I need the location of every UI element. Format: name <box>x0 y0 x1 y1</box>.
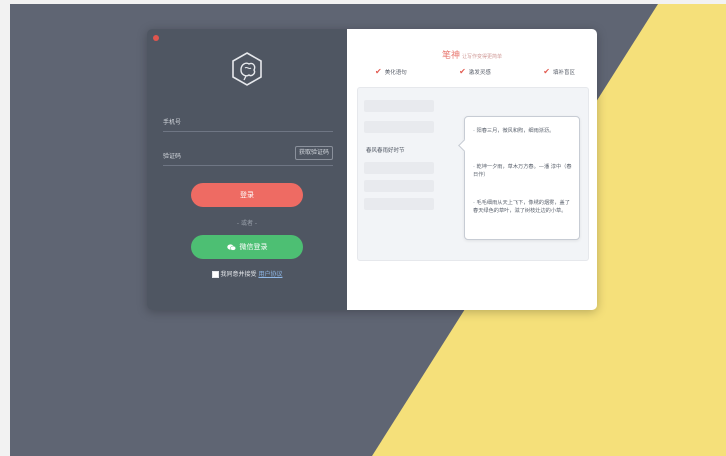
promo-panel: 笔神让写作变得更简单 ✔美化语句 ✔激发灵感 ✔填补盲区 春风春雨好时节 阳春三… <box>347 29 597 310</box>
suggestion-quote: 阳春三月，微风和煦，细雨淅沥。 <box>473 127 573 135</box>
screenshot-stage: 手机号 验证码 获取验证码 登录 - 或者 - 微信登录 我同意并接受 用户协议 <box>0 0 726 456</box>
placeholder-line <box>364 121 434 133</box>
agree-checkbox[interactable] <box>211 271 219 278</box>
login-dialog: 手机号 验证码 获取验证码 登录 - 或者 - 微信登录 我同意并接受 用户协议 <box>147 29 597 310</box>
suggestion-quote: 乾坤一夕雨，草木万方春。—潘 淳中（春日作） <box>473 163 573 179</box>
feature-list: ✔ 美化语句 ✔ 激发灵感 ✔ 填补盲区 <box>375 67 575 76</box>
phone-field[interactable]: 手机号 <box>163 117 333 132</box>
placeholder-line <box>364 180 434 192</box>
check-icon: ✔ <box>543 67 550 76</box>
feature-label: 激发灵感 <box>468 69 491 76</box>
placeholder-line <box>364 162 434 174</box>
suggestion-quote: 毛毛细雨从天上飞下，像绣的烟雾，盖了春天绿色的草叶，滋了树枝灶边的小草。 <box>473 199 573 215</box>
suggestion-bubble: 阳春三月，微风和煦，细雨淅沥。 乾坤一夕雨，草木万方春。—潘 淳中（春日作） 毛… <box>458 116 580 240</box>
wechat-button-label: 微信登录 <box>239 243 268 251</box>
brand-name: 笔神 <box>441 51 460 61</box>
editor-preview: 春风春雨好时节 阳春三月，微风和煦，细雨淅沥。 乾坤一夕雨，草木万方春。—潘 淳… <box>357 87 589 261</box>
feature-item: ✔ 美化语句 <box>375 67 407 76</box>
feature-label: 填补盲区 <box>552 69 575 76</box>
phone-label: 手机号 <box>163 119 182 126</box>
bubble-arrow <box>458 139 471 152</box>
promo-header: 笔神 让写作变得更简单 <box>347 43 597 62</box>
placeholder-line <box>364 198 434 210</box>
agree-text: 我同意并接受 <box>220 271 257 278</box>
close-icon[interactable] <box>153 35 159 41</box>
hexagon-brain-logo-icon <box>232 52 262 86</box>
preview-title: 春风春雨好时节 <box>366 148 405 154</box>
wechat-icon <box>226 243 236 251</box>
feature-label: 美化语句 <box>384 69 407 76</box>
code-field[interactable]: 验证码 获取验证码 <box>163 146 333 166</box>
check-icon: ✔ <box>375 67 382 76</box>
get-code-button[interactable]: 获取验证码 <box>294 146 333 160</box>
check-icon: ✔ <box>459 67 466 76</box>
brand-tagline: 让写作变得更简单 <box>462 54 503 60</box>
agreement-link[interactable]: 用户协议 <box>258 271 282 278</box>
feature-item: ✔ 激发灵感 <box>459 67 491 76</box>
feature-item: ✔ 填补盲区 <box>543 67 575 76</box>
login-panel: 手机号 验证码 获取验证码 登录 - 或者 - 微信登录 我同意并接受 用户协议 <box>147 29 347 310</box>
login-button[interactable]: 登录 <box>191 183 303 207</box>
agreement-row: 我同意并接受 用户协议 <box>147 269 347 278</box>
placeholder-line <box>364 100 434 112</box>
code-label: 验证码 <box>163 153 182 160</box>
or-divider: - 或者 - <box>236 220 258 227</box>
wechat-login-button[interactable]: 微信登录 <box>191 235 303 259</box>
